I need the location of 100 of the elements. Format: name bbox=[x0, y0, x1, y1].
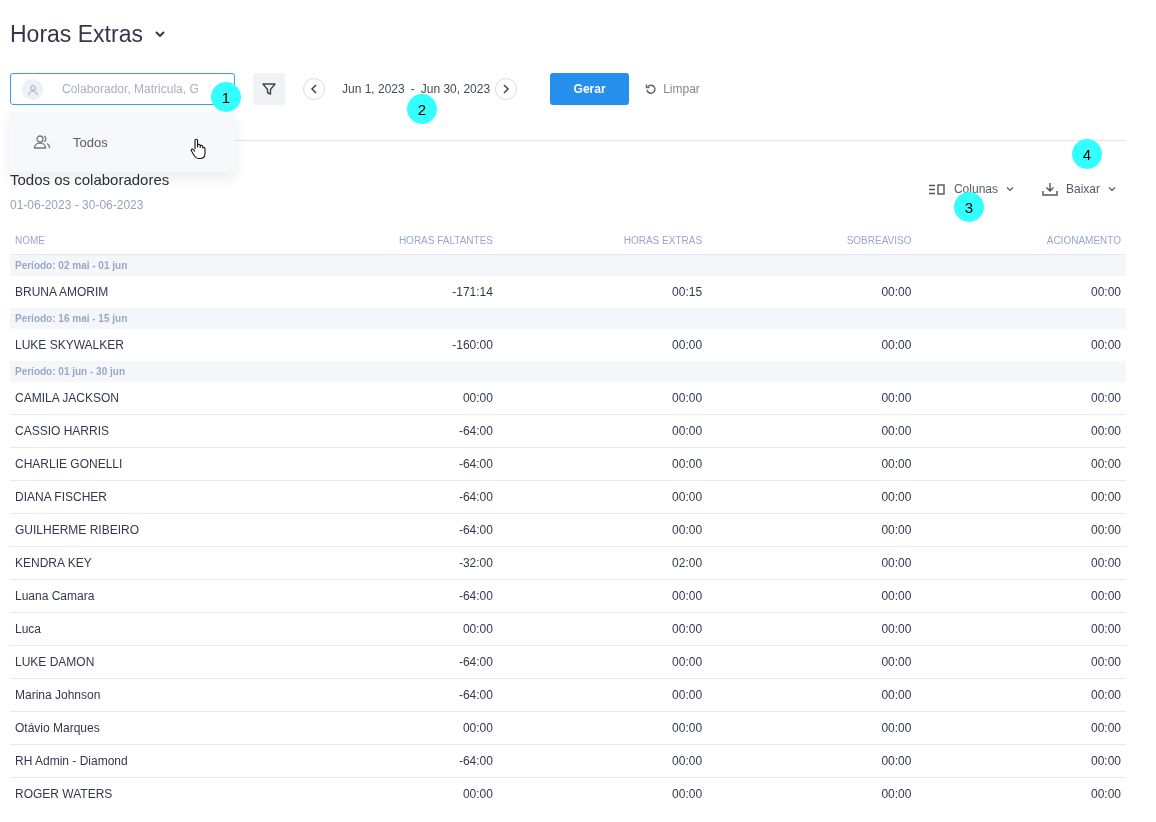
table-cell: 00:00 bbox=[916, 513, 1126, 547]
start-date[interactable]: Jun 1, 2023 bbox=[342, 82, 405, 96]
table-cell: 00:00 bbox=[916, 711, 1126, 745]
table-cell: 00:00 bbox=[707, 777, 917, 810]
table-cell: 02:00 bbox=[497, 546, 708, 580]
table-cell: -64:00 bbox=[288, 579, 498, 613]
table-cell: 00:00 bbox=[916, 382, 1126, 415]
table-cell: 00:00 bbox=[707, 329, 917, 361]
table-cell: 00:00 bbox=[916, 447, 1126, 481]
column-header: HORAS EXTRAS bbox=[497, 226, 708, 255]
table-cell: 00:00 bbox=[916, 744, 1126, 778]
date-separator: - bbox=[410, 82, 415, 96]
reset-icon bbox=[645, 83, 658, 95]
table-cell: 00:00 bbox=[707, 480, 917, 514]
table-cell: 00:00 bbox=[916, 645, 1126, 679]
table-cell: LUKE DAMON bbox=[10, 645, 289, 679]
callout-marker: 1 bbox=[211, 82, 241, 112]
table-cell: -64:00 bbox=[288, 513, 498, 547]
table-cell: -32:00 bbox=[288, 546, 498, 580]
users-icon bbox=[33, 134, 51, 150]
table-cell: 00:00 bbox=[707, 678, 917, 712]
table-cell: 00:00 bbox=[497, 612, 708, 646]
table-cell: 00:00 bbox=[916, 546, 1126, 580]
filter-icon[interactable] bbox=[253, 73, 285, 105]
table-cell: CASSIO HARRIS bbox=[10, 414, 289, 448]
table-cell: 00:00 bbox=[707, 382, 917, 415]
table-cell: 00:00 bbox=[497, 329, 708, 361]
table-cell: Luana Camara bbox=[10, 579, 289, 613]
download-icon bbox=[1042, 182, 1058, 196]
table-cell: 00:00 bbox=[707, 414, 917, 448]
table-cell: 00:15 bbox=[497, 276, 708, 308]
table-cell: 00:00 bbox=[288, 612, 498, 646]
table-cell: KENDRA KEY bbox=[10, 546, 289, 580]
table-cell: 00:00 bbox=[707, 645, 917, 679]
table-cell: 00:00 bbox=[916, 678, 1126, 712]
table-cell: Marina Johnson bbox=[10, 678, 289, 712]
table-cell: -160:00 bbox=[288, 329, 498, 361]
table-cell: 00:00 bbox=[707, 513, 917, 547]
table-cell: 00:00 bbox=[707, 276, 917, 308]
table-cell: 00:00 bbox=[916, 579, 1126, 613]
table-cell: 00:00 bbox=[707, 546, 917, 580]
clear-button[interactable]: Limpar bbox=[645, 82, 700, 96]
table-cell: 00:00 bbox=[707, 579, 917, 613]
table-cell: -64:00 bbox=[288, 744, 498, 778]
table-cell: -171:14 bbox=[288, 276, 498, 308]
table-cell: Otávio Marques bbox=[10, 711, 289, 745]
table-cell: 00:00 bbox=[916, 777, 1126, 810]
column-header: HORAS FALTANTES bbox=[288, 226, 498, 255]
table-cell: Luca bbox=[10, 612, 289, 646]
table-cell: DIANA FISCHER bbox=[10, 480, 289, 514]
period-label: Período: 01 jun - 30 jun bbox=[10, 361, 1126, 382]
table-cell: -64:00 bbox=[288, 447, 498, 481]
table-cell: 00:00 bbox=[497, 414, 708, 448]
report-date-range: 01-06-2023 - 30-06-2023 bbox=[10, 198, 145, 212]
columns-icon bbox=[927, 183, 946, 195]
table-cell: -64:00 bbox=[288, 480, 498, 514]
caret-icon bbox=[1006, 186, 1014, 192]
table-cell: 00:00 bbox=[916, 480, 1126, 514]
table-cell: 00:00 bbox=[497, 711, 708, 745]
table-cell: GUILHERME RIBEIRO bbox=[10, 513, 289, 547]
period-label: Período: 02 mai - 01 jun bbox=[10, 254, 1126, 276]
table-cell: 00:00 bbox=[707, 711, 917, 745]
table-cell: 00:00 bbox=[288, 711, 498, 745]
dropdown-item[interactable]: Todos bbox=[10, 122, 180, 162]
pointer-cursor-icon bbox=[190, 138, 206, 160]
caret-icon bbox=[1108, 186, 1116, 192]
table-cell: 00:00 bbox=[916, 612, 1126, 646]
end-date[interactable]: Jun 30, 2023 bbox=[420, 82, 491, 96]
table-cell: 00:00 bbox=[497, 678, 708, 712]
columns-button[interactable]: Colunas bbox=[927, 181, 1014, 197]
table-cell: 00:00 bbox=[497, 777, 708, 810]
table-cell: 00:00 bbox=[497, 513, 708, 547]
table-cell: CAMILA JACKSON bbox=[10, 382, 289, 415]
column-header: NOME bbox=[10, 226, 289, 255]
table-cell: 00:00 bbox=[916, 414, 1126, 448]
table-cell: LUKE SKYWALKER bbox=[10, 329, 289, 361]
table-cell: 00:00 bbox=[497, 480, 708, 514]
table-cell: 00:00 bbox=[497, 744, 708, 778]
period-label: Período: 16 mai - 15 jun bbox=[10, 308, 1126, 329]
table-cell: 00:00 bbox=[497, 382, 708, 415]
table-cell: CHARLIE GONELLI bbox=[10, 447, 289, 481]
table-cell: RH Admin - Diamond bbox=[10, 744, 289, 778]
table-cell: 00:00 bbox=[497, 579, 708, 613]
callout-marker: 2 bbox=[407, 94, 437, 124]
table-cell: 00:00 bbox=[707, 447, 917, 481]
table-cell: 00:00 bbox=[497, 447, 708, 481]
table-cell: 00:00 bbox=[288, 777, 498, 810]
caret-icon[interactable] bbox=[152, 29, 167, 39]
table-cell: 00:00 bbox=[916, 276, 1126, 308]
column-header: ACIONAMENTO bbox=[916, 226, 1126, 255]
report-title: Todos os colaboradores bbox=[10, 171, 170, 188]
page-title: Horas Extras bbox=[10, 20, 143, 48]
table-cell: 00:00 bbox=[707, 744, 917, 778]
table-cell: 00:00 bbox=[707, 612, 917, 646]
table-cell: ROGER WATERS bbox=[10, 777, 289, 810]
table-cell: 00:00 bbox=[916, 329, 1126, 361]
table-cell: 00:00 bbox=[497, 645, 708, 679]
callout-marker: 3 bbox=[954, 192, 984, 222]
download-button[interactable]: Baixar bbox=[1042, 181, 1116, 197]
table-cell: -64:00 bbox=[288, 414, 498, 448]
